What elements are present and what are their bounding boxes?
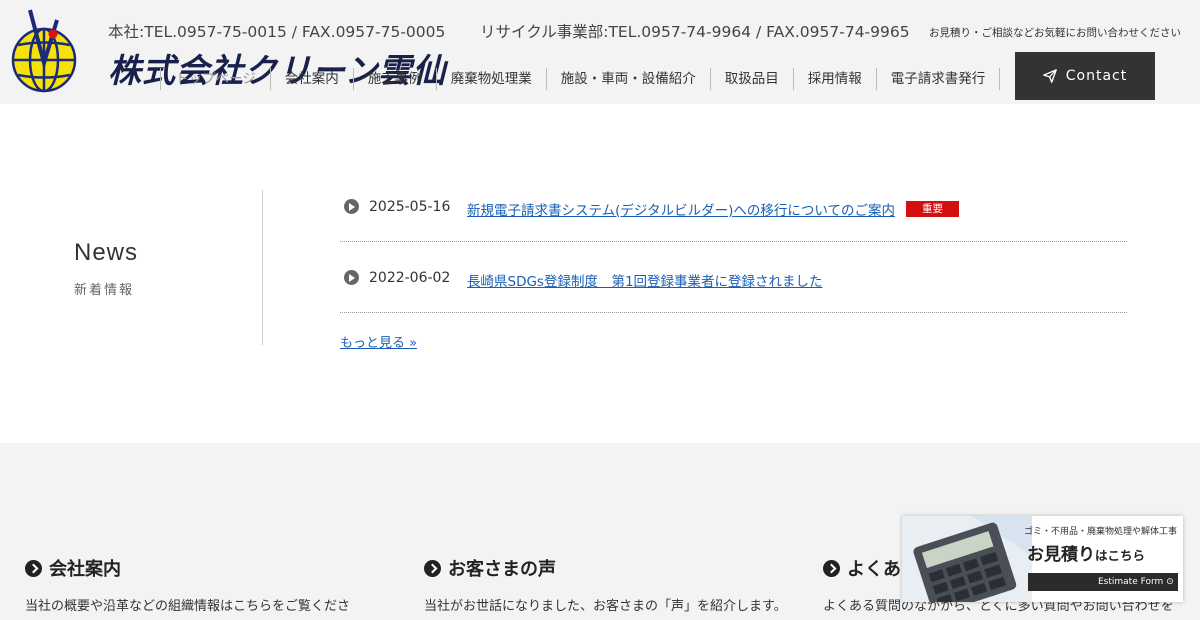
card-title-label: お客さまの声 (448, 559, 556, 580)
nav-item-works[interactable]: 施工事例 (352, 68, 436, 90)
paper-plane-icon (1042, 69, 1057, 83)
news-subheading: 新着情報 (74, 283, 135, 298)
chevron-circle-icon (25, 559, 42, 577)
contact-button[interactable]: Contact (1015, 52, 1155, 100)
card-text-voice: 当社がお世話になりました、お客さまの「声」を紹介します。 (424, 599, 784, 614)
news-link[interactable]: 長崎県SDGs登録制度 第1回登録事業者に登録されました (467, 270, 823, 290)
estimate-main-text: お見積りはこちら (1027, 540, 1145, 565)
estimate-main-suffix: はこちら (1095, 548, 1146, 563)
news-date: 2025-05-16 (369, 199, 451, 215)
nav-item-top[interactable]: トップページ (160, 68, 270, 90)
news-date: 2022-06-02 (369, 270, 451, 286)
news-item: 2022-06-02 長崎県SDGs登録制度 第1回登録事業者に登録されました (340, 242, 1127, 313)
news-item: 2025-05-16 新規電子請求書システム(デジタルビルダー)への移行について… (340, 171, 1127, 242)
contact-button-label: Contact (1065, 68, 1128, 84)
contact-recycle-phone: リサイクル事業部:TEL.0957-74-9964 / FAX.0957-74-… (480, 23, 910, 41)
chevron-circle-icon (424, 559, 441, 577)
nav-item-invoice[interactable]: 電子請求書発行 (875, 68, 1001, 90)
card-title-voice[interactable]: お客さまの声 (424, 555, 556, 581)
more-news-link[interactable]: もっと見る » (340, 332, 417, 351)
contact-main-phone: 本社:TEL.0957-75-0015 / FAX.0957-75-0005 (108, 23, 446, 41)
card-title-company[interactable]: 会社案内 (25, 555, 121, 581)
nav-item-waste[interactable]: 廃棄物処理業 (435, 68, 546, 90)
nav-item-items[interactable]: 取扱品目 (709, 68, 793, 90)
play-circle-icon (344, 199, 359, 214)
company-logo-icon[interactable] (11, 8, 81, 96)
news-link[interactable]: 新規電子請求書システム(デジタルビルダー)への移行についてのご案内 (467, 199, 895, 219)
important-badge: 重要 (906, 201, 959, 217)
site-header: 株式会社クリーン雲仙 本社:TEL.0957-75-0015 / FAX.095… (0, 0, 1200, 104)
estimate-main-label: お見積り (1027, 545, 1095, 565)
inquiry-note: お見積り・ご相談などお気軽にお問い合わせください (929, 27, 1181, 39)
estimate-form-bar: Estimate Form ⊙ (1028, 573, 1178, 591)
play-circle-icon (344, 270, 359, 285)
card-title-label: 会社案内 (49, 559, 121, 580)
nav-item-company[interactable]: 会社案内 (269, 68, 353, 90)
news-divider (262, 190, 263, 345)
nav-item-facilities[interactable]: 施設・車両・設備紹介 (545, 68, 710, 90)
main-nav: トップページ 会社案内 施工事例 廃棄物処理業 施設・車両・設備紹介 取扱品目 … (160, 67, 1001, 91)
calculator-icon (902, 516, 1032, 602)
estimate-small-text: ゴミ・不用品・廃棄物処理や解体工事 (1024, 527, 1178, 537)
estimate-banner[interactable]: ゴミ・不用品・廃棄物処理や解体工事 お見積りはこちら Estimate Form… (902, 516, 1183, 602)
news-heading: News (74, 239, 139, 266)
nav-item-recruit[interactable]: 採用情報 (792, 68, 876, 90)
card-text-company: 当社の概要や沿革などの組織情報はこちらをご覧くださ (25, 599, 351, 614)
chevron-circle-icon (823, 559, 840, 577)
